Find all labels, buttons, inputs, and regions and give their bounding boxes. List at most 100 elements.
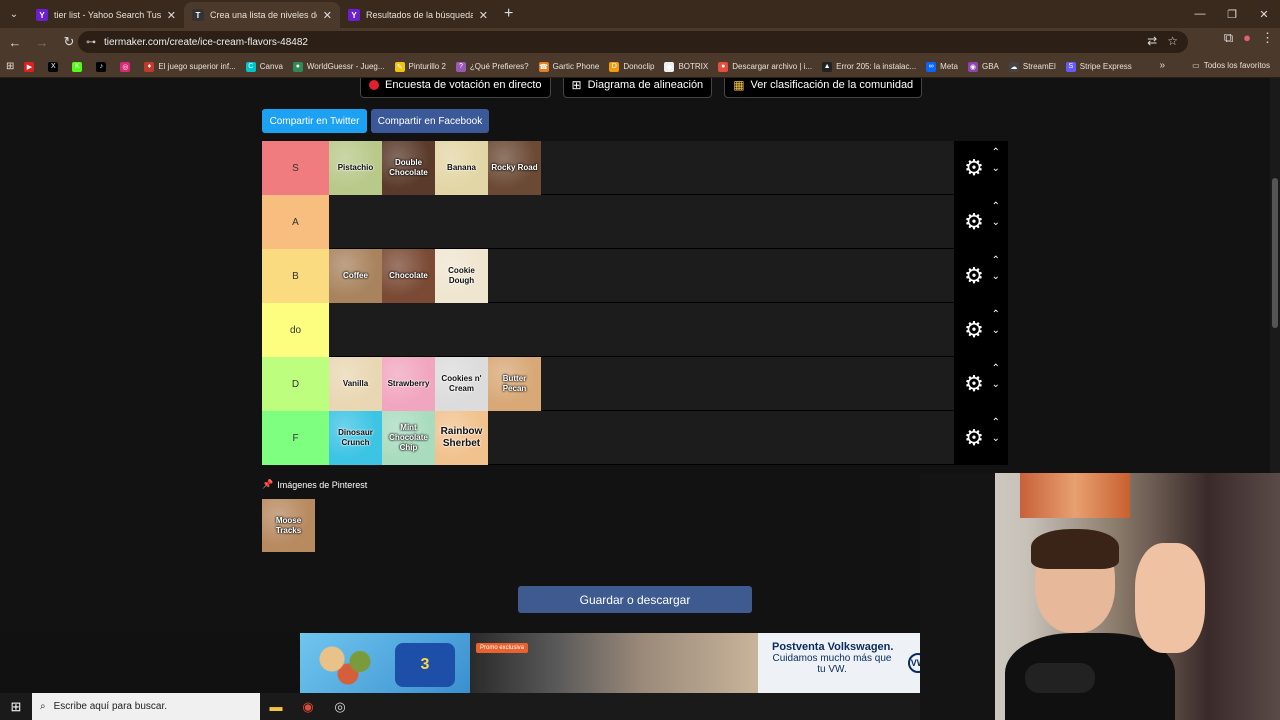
more-bookmarks-icon[interactable]: » — [1159, 60, 1165, 71]
bookmark-item[interactable]: ● WorldGuessr - Jueg... — [292, 61, 385, 72]
bookmark-item[interactable]: ▲ Error 205: la instalac... — [822, 61, 916, 72]
chevron-up-icon[interactable]: ⌃ — [992, 310, 1000, 320]
tier-item[interactable]: Dinosaur Crunch — [329, 411, 382, 465]
apps-icon[interactable]: ⊞ — [6, 61, 14, 72]
tier-label[interactable]: do — [262, 303, 329, 357]
bookmark-item[interactable]: ∞ Meta — [926, 61, 958, 72]
browser-tab[interactable]: T Crea una lista de niveles de sab ✕ — [184, 2, 340, 28]
taskbar-search[interactable]: ⌕ Escribe aquí para buscar. — [32, 693, 260, 720]
tier-item[interactable]: Cookie Dough — [435, 249, 488, 303]
chevron-down-icon[interactable]: ⌄ — [992, 272, 1000, 282]
bookmark-item[interactable]: ▶ — [24, 61, 38, 72]
bookmark-item[interactable]: ☁ StreamEl — [1008, 61, 1056, 72]
tier-item[interactable]: Banana — [435, 141, 488, 195]
tier-label[interactable]: F — [262, 411, 329, 465]
tier-item[interactable]: Pistachio — [329, 141, 382, 195]
tier-drop-zone[interactable]: Coffee Chocolate Cookie Dough — [329, 249, 954, 302]
chrome-icon[interactable]: ◉ — [292, 693, 324, 720]
bookmark-item[interactable]: ♪ — [96, 61, 110, 72]
ad-banner[interactable]: 3 Postventa Volkswagen. Cuidamos mucho m… — [300, 633, 920, 693]
bookmark-item[interactable]: K — [72, 61, 86, 72]
bookmark-item[interactable]: D Donoclip — [609, 61, 654, 72]
chevron-down-icon[interactable]: ⌄ — [992, 164, 1000, 174]
community-ranking-button[interactable]: ▦ Ver clasificación de la comunidad — [724, 78, 923, 98]
site-info-icon[interactable]: ⊶ — [86, 37, 96, 48]
tier-drop-zone[interactable]: Vanilla Strawberry Cookies n' Cream Butter … — [329, 357, 954, 410]
tier-item[interactable]: Chocolate — [382, 249, 435, 303]
alignment-chart-button[interactable]: ⊞ Diagrama de alineación — [562, 78, 713, 98]
tier-item[interactable]: Mint Chocolate Chip — [382, 411, 435, 465]
gear-icon[interactable]: ⚙ — [964, 371, 984, 397]
share-twitter-button[interactable]: Compartir en Twitter — [262, 109, 367, 133]
chevron-up-icon[interactable]: ⌃ — [992, 202, 1000, 212]
bookmark-item[interactable]: ✎ Pinturillo 2 — [394, 61, 446, 72]
tier-item[interactable]: Vanilla — [329, 357, 382, 411]
extensions-icon[interactable]: ⧉ — [1224, 30, 1233, 46]
chevron-up-icon[interactable]: ⌃ — [992, 256, 1000, 266]
chevron-up-icon[interactable]: ⌃ — [992, 418, 1000, 428]
chevron-up-icon[interactable]: ⌃ — [992, 364, 1000, 374]
address-bar[interactable]: ⊶ tiermaker.com/create/ice-cream-flavors… — [78, 31, 1188, 53]
gear-icon[interactable]: ⚙ — [964, 263, 984, 289]
tier-item[interactable]: Butter Pecan — [488, 357, 541, 411]
tier-item[interactable]: Rocky Road — [488, 141, 541, 195]
windows-start-icon[interactable]: ⊞ — [0, 693, 32, 720]
tier-drop-zone[interactable] — [329, 303, 954, 356]
tier-drop-zone[interactable]: Pistachio Double Chocolate Banana Rocky Roa… — [329, 141, 954, 194]
chevron-down-icon[interactable]: ⌄ — [992, 380, 1000, 390]
bookmark-item[interactable]: ◉ GBA — [967, 61, 999, 72]
share-facebook-button[interactable]: Compartir en Facebook — [371, 109, 489, 133]
chevron-down-icon[interactable]: ⌄ — [992, 434, 1000, 444]
save-download-button[interactable]: Guardar o descargar — [518, 586, 752, 613]
tab-search-icon[interactable]: ⌄ — [0, 0, 28, 28]
close-window-icon[interactable]: ✕ — [1248, 0, 1280, 28]
chevron-up-icon[interactable]: ⌃ — [992, 148, 1000, 158]
gear-icon[interactable]: ⚙ — [964, 155, 984, 181]
gear-icon[interactable]: ⚙ — [964, 425, 984, 451]
file-explorer-icon[interactable]: ▬ — [260, 693, 292, 720]
back-icon[interactable]: ← — [3, 30, 27, 54]
restore-icon[interactable]: ❐ — [1216, 0, 1248, 28]
menu-icon[interactable]: ⋮ — [1261, 30, 1274, 46]
tier-item[interactable]: Double Chocolate — [382, 141, 435, 195]
tier-drop-zone[interactable]: Dinosaur Crunch Mint Chocolate Chip Rainbo… — [329, 411, 954, 464]
tier-item[interactable]: Strawberry — [382, 357, 435, 411]
forward-icon[interactable]: → — [30, 30, 54, 54]
tier-label[interactable]: A — [262, 195, 329, 249]
tab-close-icon[interactable]: ✕ — [167, 9, 176, 22]
translate-icon[interactable]: ⇄ — [1147, 34, 1157, 48]
tab-close-icon[interactable]: ✕ — [479, 9, 488, 22]
bookmark-item[interactable]: ? ¿Qué Prefieres? — [455, 61, 529, 72]
tier-label[interactable]: B — [262, 249, 329, 303]
browser-tab[interactable]: Y Resultados de la búsqueda de ✕ — [340, 2, 496, 28]
tier-item[interactable]: Rainbow Sherbet — [435, 411, 488, 465]
bookmark-item[interactable]: ● Descargar archivo | i... — [718, 61, 812, 72]
minimize-icon[interactable]: — — [1184, 0, 1216, 28]
bookmark-item[interactable]: ☎ Gartic Phone — [538, 61, 599, 72]
tier-label[interactable]: D — [262, 357, 329, 411]
bookmark-item[interactable]: ◎ — [120, 61, 134, 72]
gear-icon[interactable]: ⚙ — [964, 317, 984, 343]
bookmark-item[interactable]: X — [48, 61, 62, 72]
bookmark-item[interactable]: ♦ El juego superior inf... — [144, 61, 236, 72]
browser-tab[interactable]: Ytier list - Yahoo Search Tus resu ✕ — [28, 2, 184, 28]
live-poll-button[interactable]: Encuesta de votación en directo — [360, 78, 551, 98]
gear-icon[interactable]: ⚙ — [964, 209, 984, 235]
tier-label[interactable]: S — [262, 141, 329, 195]
tier-item[interactable]: Cookies n' Cream — [435, 357, 488, 411]
bookmark-item[interactable]: ◆ BOTRIX — [664, 61, 708, 72]
scrollbar-thumb[interactable] — [1272, 178, 1278, 328]
obs-icon[interactable]: ◎ — [324, 693, 356, 720]
bookmark-item[interactable]: S Stripe Express — [1065, 61, 1132, 72]
all-bookmarks[interactable]: ▭ Todos los favoritos — [1192, 61, 1270, 70]
chevron-down-icon[interactable]: ⌄ — [992, 326, 1000, 336]
chevron-down-icon[interactable]: ⌄ — [992, 218, 1000, 228]
profile-avatar[interactable]: ● — [1243, 30, 1251, 46]
tier-item[interactable]: Coffee — [329, 249, 382, 303]
pool-item-moose-tracks[interactable]: Moose Tracks — [262, 499, 315, 552]
tier-drop-zone[interactable] — [329, 195, 954, 248]
bookmark-item[interactable]: C Canva — [245, 61, 283, 72]
tab-close-icon[interactable]: ✕ — [323, 9, 332, 22]
new-tab-button[interactable]: + — [504, 5, 513, 23]
bookmark-star-icon[interactable]: ☆ — [1167, 34, 1178, 48]
